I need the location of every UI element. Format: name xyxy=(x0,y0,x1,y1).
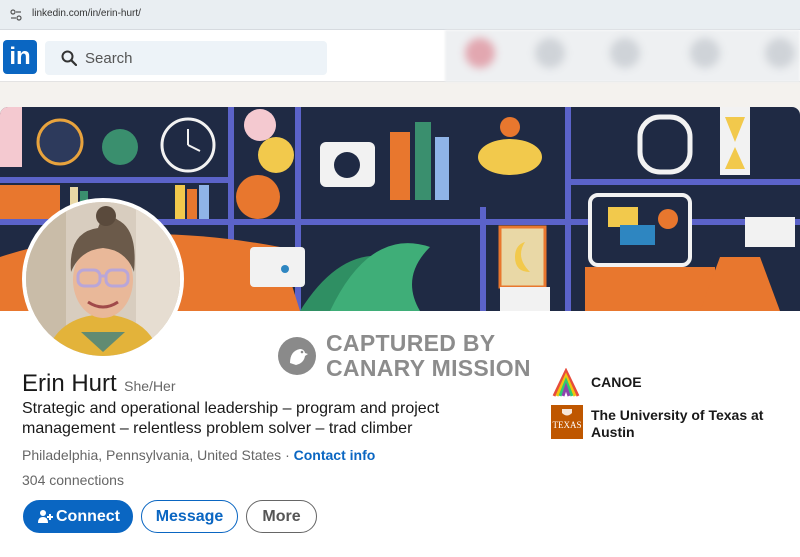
profile-name: Erin Hurt xyxy=(22,370,117,397)
url-text[interactable]: linkedin.com/in/erin-hurt/ xyxy=(32,8,141,19)
search-box[interactable] xyxy=(45,41,327,75)
add-person-icon xyxy=(38,510,53,523)
watermark-line-2: CANARY MISSION xyxy=(326,355,531,381)
site-settings-icon[interactable] xyxy=(10,9,22,21)
search-input[interactable] xyxy=(85,41,315,75)
location-row: Philadelphia, Pennsylvania, United State… xyxy=(22,447,375,463)
connections-count[interactable]: 304 connections xyxy=(22,472,124,488)
ut-austin-logo-icon: TEXAS xyxy=(551,405,583,439)
canary-bird-icon xyxy=(278,337,316,375)
name-row: Erin Hurt She/Her xyxy=(22,370,176,398)
redacted-nav-icons xyxy=(445,30,800,82)
profile-pronouns: She/Her xyxy=(124,378,176,394)
connect-button[interactable]: Connect xyxy=(23,500,133,533)
linkedin-logo[interactable]: in xyxy=(3,40,37,74)
watermark-line-1: CAPTURED BY xyxy=(326,330,496,356)
canoe-logo-icon xyxy=(552,368,580,397)
profile-card: CAPTURED BY CANARY MISSION Erin Hurt She… xyxy=(0,107,800,557)
message-button[interactable]: Message xyxy=(141,500,238,533)
profile-location: Philadelphia, Pennsylvania, United State… xyxy=(22,447,282,463)
org-name-ut-austin: The University of Texas at Austin xyxy=(591,407,764,440)
search-icon xyxy=(61,50,77,66)
more-button[interactable]: More xyxy=(246,500,317,533)
contact-info-link[interactable]: Contact info xyxy=(294,447,376,463)
location-separator: · xyxy=(285,447,290,463)
top-navbar: in xyxy=(0,30,800,82)
profile-headline: Strategic and operational leadership – p… xyxy=(22,400,440,437)
profile-avatar[interactable] xyxy=(22,198,184,360)
browser-url-bar[interactable]: linkedin.com/in/erin-hurt/ xyxy=(0,0,800,30)
profile-photo xyxy=(26,202,180,356)
org-name-canoe: CANOE xyxy=(591,374,642,390)
